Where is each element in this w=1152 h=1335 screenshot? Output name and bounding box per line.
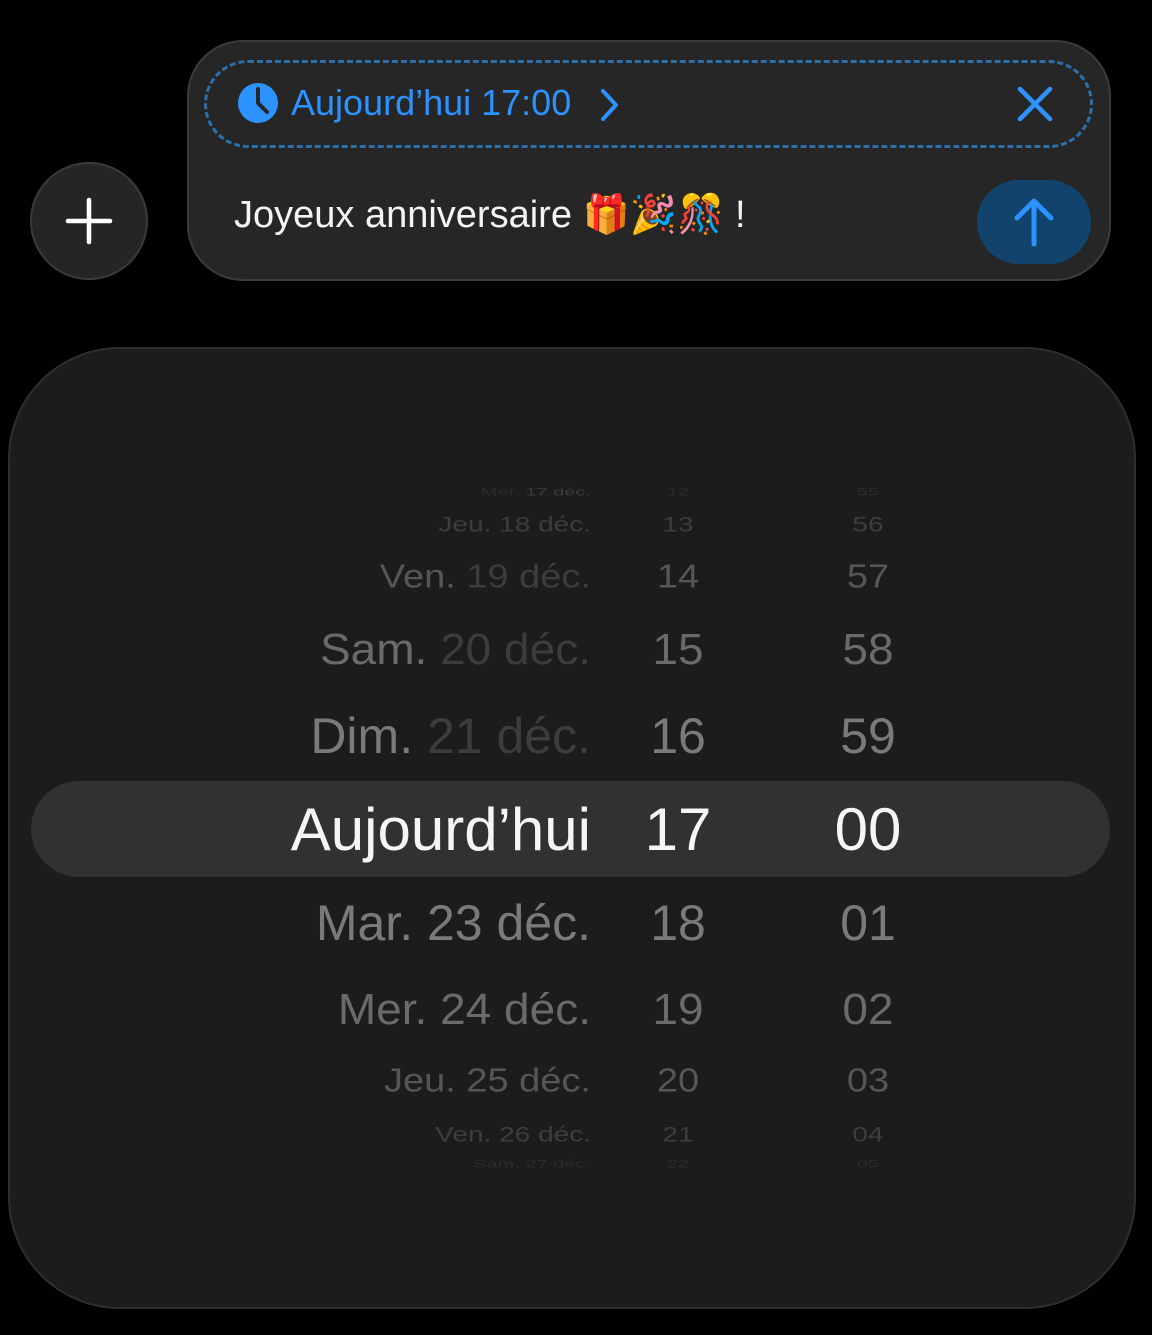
picker-date: 17 déc. bbox=[519, 485, 591, 498]
picker-weekday: Dim. bbox=[310, 708, 414, 764]
picker-minute-cell: 03 bbox=[846, 1062, 890, 1100]
picker-minute-cell: 01 bbox=[840, 895, 896, 951]
picker-date-cell: Aujourd’hui bbox=[291, 792, 591, 867]
picker-minute-cell: 59 bbox=[840, 708, 896, 764]
picker-weekday: Ven. bbox=[379, 558, 456, 596]
picker-hour-cell: 16 bbox=[650, 708, 706, 764]
chevron-right-icon[interactable] bbox=[599, 88, 621, 122]
picker-minute-cell: 05 bbox=[856, 1157, 880, 1170]
picker-hour-cell: 14 bbox=[656, 558, 700, 596]
picker-weekday: Jeu. bbox=[383, 1062, 456, 1100]
close-icon[interactable] bbox=[1016, 85, 1054, 123]
picker-date-cell: Mer. 24 déc. bbox=[338, 982, 591, 1037]
send-button[interactable] bbox=[977, 180, 1091, 264]
picker-date-cell: Jeu. 25 déc. bbox=[384, 1060, 591, 1102]
message-input[interactable]: Joyeux anniversaire 🎁🎉🎊 ! bbox=[234, 190, 746, 240]
picker-hour-cell: 13 bbox=[662, 512, 694, 536]
picker-minute-cell: 04 bbox=[852, 1122, 884, 1146]
picker-hour-cell: 15 bbox=[652, 624, 704, 675]
picker-date: 26 déc. bbox=[491, 1122, 591, 1146]
arrow-up-icon bbox=[1014, 198, 1054, 247]
picker-minute-cell: 00 bbox=[834, 795, 902, 863]
picker-hour-cell: 22 bbox=[666, 1157, 690, 1170]
picker-date-cell: Dim. 21 déc. bbox=[310, 705, 591, 768]
picker-date-cell: Ven. 19 déc. bbox=[380, 556, 591, 598]
date-time-picker[interactable]: Mer. 17 déc. 12 55 Jeu. 18 déc. 13 56 Ven. 19 … bbox=[8, 347, 1136, 1309]
picker-minute-cell: 58 bbox=[842, 624, 894, 675]
picker-date: 23 déc. bbox=[413, 895, 591, 951]
picker-date: 18 déc. bbox=[491, 512, 591, 536]
picker-weekday: Sam. bbox=[319, 624, 428, 675]
picker-hour-cell: 21 bbox=[662, 1122, 694, 1146]
picker-weekday: Mer. bbox=[480, 485, 520, 498]
picker-hour-cell: 19 bbox=[652, 984, 704, 1035]
add-button[interactable] bbox=[30, 162, 148, 280]
picker-date-cell: Sam. 27 déc. bbox=[473, 1157, 591, 1171]
picker-date-cell: Mar. 23 déc. bbox=[316, 892, 591, 955]
picker-weekday: Ven. bbox=[435, 1122, 492, 1146]
picker-hour-cell: 12 bbox=[666, 485, 690, 498]
picker-date-cell: Sam. 20 déc. bbox=[320, 622, 591, 677]
picker-weekday: Aujourd’hui bbox=[290, 795, 591, 863]
clock-icon bbox=[238, 83, 278, 123]
picker-hour-cell: 17 bbox=[644, 795, 712, 863]
picker-weekday: Sam. bbox=[473, 1157, 520, 1170]
picker-date-cell: Mer. 17 déc. bbox=[481, 485, 591, 499]
picker-minute-cell: 02 bbox=[842, 984, 894, 1035]
picker-weekday: Jeu. bbox=[438, 512, 492, 536]
message-composer: Aujourd’hui 17:00 Joyeux anniversaire 🎁🎉… bbox=[187, 40, 1111, 281]
picker-hour-cell: 20 bbox=[656, 1062, 700, 1100]
picker-hour-cell: 18 bbox=[650, 895, 706, 951]
picker-date: 20 déc. bbox=[427, 624, 591, 675]
picker-minute-cell: 57 bbox=[846, 558, 890, 596]
picker-date: 25 déc. bbox=[455, 1062, 591, 1100]
picker-date: 24 déc. bbox=[427, 984, 591, 1035]
picker-minute-cell: 55 bbox=[856, 485, 880, 498]
picker-minute-cell: 56 bbox=[852, 512, 884, 536]
picker-date: 19 déc. bbox=[455, 558, 591, 596]
picker-date-cell: Ven. 26 déc. bbox=[435, 1121, 591, 1147]
picker-date-cell: Jeu. 18 déc. bbox=[438, 511, 591, 537]
picker-date: 27 déc. bbox=[519, 1157, 591, 1170]
picker-weekday: Mer. bbox=[337, 984, 428, 1035]
plus-icon bbox=[65, 197, 113, 245]
picker-date: 21 déc. bbox=[413, 708, 591, 764]
picker-weekday: Mar. bbox=[315, 895, 414, 951]
scheduled-time-label[interactable]: Aujourd’hui 17:00 bbox=[291, 80, 571, 126]
